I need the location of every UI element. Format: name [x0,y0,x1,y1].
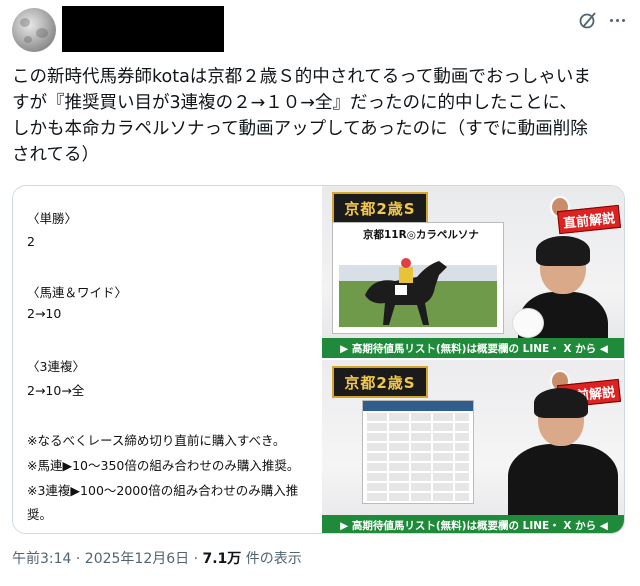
note-line: 〈馬連＆ワイド〉 [27,285,128,300]
racehorse-icon [365,258,447,325]
tweet-meta: 午前3:14 · 2025年12月6日 · 7.1万 件の表示 [12,548,302,568]
note-line: 2→10 [27,306,62,321]
video-thumbnail-2[interactable]: 京都2歳S 直前解説 ▶ 高期待値馬リスト(無料)は概要欄の LINE・ X か… [322,360,624,533]
timestamp[interactable]: 午前3:14 · 2025年12月6日 · [12,551,203,567]
chokuzen-badge: 直前解説 [546,196,622,235]
race-title-badge: 京都2歳S [332,192,428,224]
tweet-line: この新時代馬券師kotaは京都２歳Ｓ的中されてるって動画でおっしゃいま [12,67,591,87]
dog [512,308,544,338]
tweet-line: されてる） [12,145,99,165]
tweet-line: すが『推奨買い目が3連複の２→１０→全』だったのに的中したことに、 [12,93,577,113]
tweet-media[interactable]: 〈単勝〉 2 〈馬連＆ワイド〉 2→10 〈3連複〉 2→10→全 ※なるべくレ… [12,185,625,534]
race-title-badge: 京都2歳S [332,366,428,398]
host-person [508,388,618,524]
horse-list-table [362,400,474,504]
note-line: 〈3連複〉 [27,359,85,374]
note-line: 奨。 [27,507,53,522]
line-banner: ▶ 高期待値馬リスト(無料)は概要欄の LINE・ X から ◀ [322,338,624,358]
note-line: 2→10→全 [27,383,85,398]
tweet-text: この新時代馬券師kotaは京都２歳Ｓ的中されてるって動画でおっしゃいま すが『推… [12,64,632,168]
horse-photo: 京都11R◎カラペルソナ [332,222,504,334]
redacted-username [62,6,224,52]
note-line: 〈単勝〉 [27,211,78,226]
more-icon[interactable] [606,9,628,31]
note-line: ※3連複▶100〜2000倍の組み合わせのみ購入推 [27,483,299,498]
note-line: ※馬連▶10〜350倍の組み合わせのみ購入推奨。 [27,458,300,473]
avatar[interactable] [12,8,56,52]
line-banner: ▶ 高期待値馬リスト(無料)は概要欄の LINE・ X から ◀ [322,515,624,533]
note-line: ※なるべくレース締め切り直前に購入すべき。 [27,433,286,448]
views-label: 件の表示 [241,551,302,567]
tweet-line: しかも本命カラペルソナって動画アップしてあったのに（すでに動画削除 [12,119,588,139]
grok-icon[interactable] [578,10,598,30]
betting-notes-image[interactable]: 〈単勝〉 2 〈馬連＆ワイド〉 2→10 〈3連複〉 2→10→全 ※なるべくレ… [13,186,321,533]
view-count: 7.1万 [202,551,242,567]
note-line: 2 [27,234,35,249]
video-thumbnail-1[interactable]: 京都2歳S 直前解説 京都11R◎カラペルソナ ▶ 高期待値馬リスト(無料)は概… [322,186,624,358]
